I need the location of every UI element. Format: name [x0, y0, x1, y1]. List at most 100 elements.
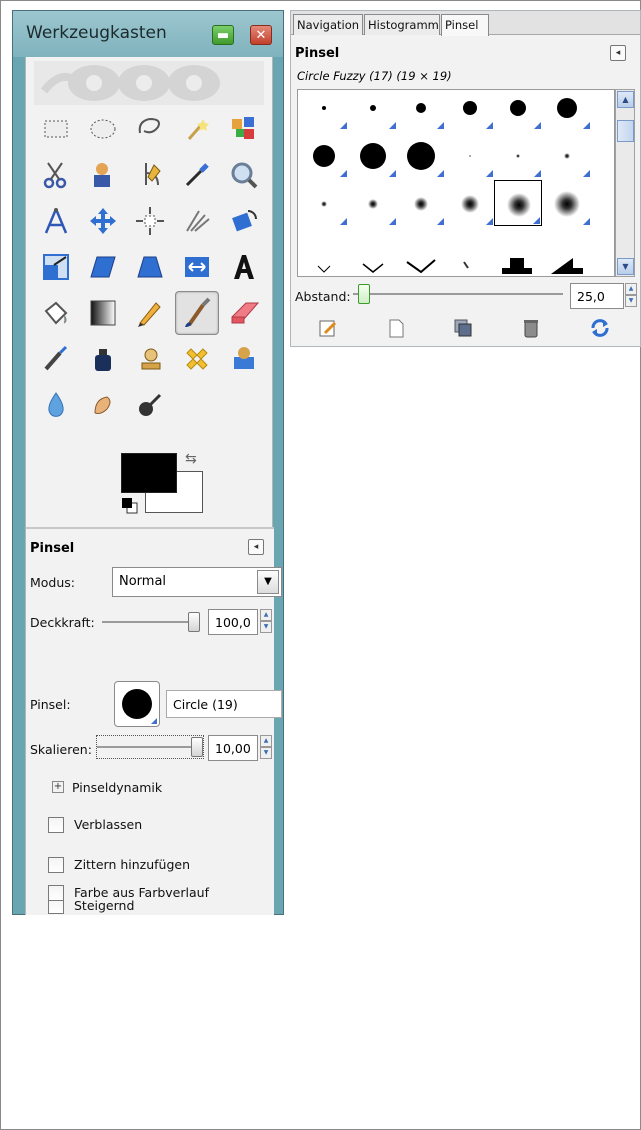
- spin-down-icon[interactable]: ▼: [625, 295, 637, 307]
- tool-button[interactable]: [128, 107, 172, 151]
- dynamics-label[interactable]: Pinseldynamik: [72, 780, 162, 795]
- fade-label[interactable]: Verblassen: [74, 817, 142, 832]
- tool-button[interactable]: [222, 291, 266, 335]
- tool-button[interactable]: [34, 245, 78, 289]
- edit-brush-icon[interactable]: [317, 317, 339, 339]
- tool-button[interactable]: [175, 291, 219, 335]
- brush-cell[interactable]: [300, 228, 348, 274]
- tool-button[interactable]: [222, 245, 266, 289]
- tool-button[interactable]: [34, 383, 78, 427]
- brush-cell[interactable]: [300, 180, 348, 226]
- brush-name-field[interactable]: Circle (19): [166, 690, 282, 718]
- tool-button[interactable]: [81, 291, 125, 335]
- tool-button[interactable]: [81, 153, 125, 197]
- brush-cell[interactable]: [446, 228, 494, 274]
- brush-scrollbar[interactable]: ▲ ▼: [615, 89, 635, 277]
- tool-button[interactable]: [81, 107, 125, 151]
- spacing-spin-arrows[interactable]: ▲ ▼: [625, 283, 637, 309]
- opacity-spin-arrows[interactable]: ▲ ▼: [260, 609, 272, 635]
- tool-button[interactable]: [175, 199, 219, 243]
- tool-button[interactable]: [222, 199, 266, 243]
- brush-cell[interactable]: [446, 132, 494, 178]
- gradient-color-checkbox[interactable]: [48, 885, 64, 901]
- tool-button[interactable]: [81, 383, 125, 427]
- gradient-color-label[interactable]: Farbe aus Farbverlauf: [74, 885, 209, 900]
- tool-button[interactable]: [128, 245, 172, 289]
- scale-spin-arrows[interactable]: ▲ ▼: [260, 735, 272, 761]
- tool-button[interactable]: [34, 199, 78, 243]
- opacity-spinbox[interactable]: 100,0: [208, 609, 258, 635]
- brush-cell[interactable]: [543, 180, 591, 226]
- brush-cell[interactable]: [494, 90, 542, 130]
- tool-button[interactable]: [222, 337, 266, 381]
- tool-button[interactable]: [81, 245, 125, 289]
- tool-button[interactable]: [34, 291, 78, 335]
- tool-button[interactable]: [175, 153, 219, 197]
- scroll-up-icon[interactable]: ▲: [617, 91, 634, 108]
- jitter-label[interactable]: Zittern hinzufügen: [74, 857, 190, 872]
- spin-down-icon[interactable]: ▼: [260, 621, 272, 633]
- combo-arrow-icon[interactable]: ▼: [257, 570, 279, 594]
- brush-cell[interactable]: [397, 180, 445, 226]
- spacing-slider[interactable]: [353, 283, 563, 305]
- brush-cell[interactable]: [349, 228, 397, 274]
- opacity-slider[interactable]: [102, 611, 200, 633]
- brush-cell[interactable]: [543, 228, 591, 274]
- tool-button[interactable]: [34, 107, 78, 151]
- wilber-drop-area[interactable]: [34, 61, 264, 105]
- tool-button[interactable]: [34, 153, 78, 197]
- spin-up-icon[interactable]: ▲: [260, 609, 272, 621]
- tool-button[interactable]: [128, 153, 172, 197]
- foreground-color[interactable]: [121, 453, 177, 493]
- tool-button[interactable]: [175, 337, 219, 381]
- scale-spinbox[interactable]: 10,00: [208, 735, 258, 761]
- brush-cell[interactable]: [397, 228, 445, 274]
- tool-button[interactable]: [128, 337, 172, 381]
- brush-cell[interactable]: [543, 90, 591, 130]
- slider-thumb[interactable]: [191, 737, 203, 757]
- brush-cell[interactable]: [446, 180, 494, 226]
- brush-cell[interactable]: [446, 90, 494, 130]
- tool-button[interactable]: [222, 153, 266, 197]
- tool-button[interactable]: [81, 199, 125, 243]
- brush-cell[interactable]: [300, 90, 348, 130]
- dynamics-expander[interactable]: +: [52, 781, 64, 793]
- incremental-label[interactable]: Steigernd: [74, 898, 134, 913]
- brush-cell[interactable]: [494, 228, 542, 274]
- scale-slider[interactable]: [96, 735, 204, 759]
- toolbox-titlebar[interactable]: Werkzeugkasten ▬ ✕: [13, 11, 283, 57]
- tab-navigation[interactable]: Navigation: [293, 14, 363, 35]
- tool-options-menu-button[interactable]: ◂: [248, 539, 264, 555]
- scrollbar-thumb[interactable]: [617, 120, 634, 142]
- tab-histogram[interactable]: Histogramm: [364, 14, 440, 35]
- default-colors-icon[interactable]: [121, 497, 139, 515]
- brush-cell[interactable]: [494, 132, 542, 178]
- minimize-button[interactable]: ▬: [212, 25, 234, 45]
- tool-button[interactable]: [34, 337, 78, 381]
- duplicate-brush-icon[interactable]: [452, 317, 474, 339]
- tool-button[interactable]: [81, 337, 125, 381]
- brush-cell[interactable]: [543, 132, 591, 178]
- tool-button[interactable]: [128, 291, 172, 335]
- delete-brush-icon[interactable]: [520, 317, 542, 339]
- tool-button[interactable]: [222, 107, 266, 151]
- brush-cell[interactable]: [397, 132, 445, 178]
- brush-cell[interactable]: [300, 132, 348, 178]
- swap-colors-icon[interactable]: ⇆: [185, 451, 205, 469]
- tool-button[interactable]: [175, 107, 219, 151]
- mode-combo[interactable]: Normal ▼: [112, 567, 282, 597]
- tool-button[interactable]: [175, 245, 219, 289]
- close-button[interactable]: ✕: [250, 25, 272, 45]
- slider-thumb[interactable]: [188, 612, 200, 632]
- spin-up-icon[interactable]: ▲: [625, 283, 637, 295]
- spacing-spinbox[interactable]: 25,0: [570, 283, 624, 309]
- brush-cell[interactable]: [397, 90, 445, 130]
- scroll-down-icon[interactable]: ▼: [617, 258, 634, 275]
- brush-preview-button[interactable]: [114, 681, 160, 727]
- tool-button[interactable]: [128, 199, 172, 243]
- spin-down-icon[interactable]: ▼: [260, 747, 272, 759]
- fade-checkbox[interactable]: [48, 817, 64, 833]
- refresh-brushes-icon[interactable]: [589, 317, 611, 339]
- brush-cell[interactable]: [349, 180, 397, 226]
- brush-cell[interactable]: [494, 180, 542, 226]
